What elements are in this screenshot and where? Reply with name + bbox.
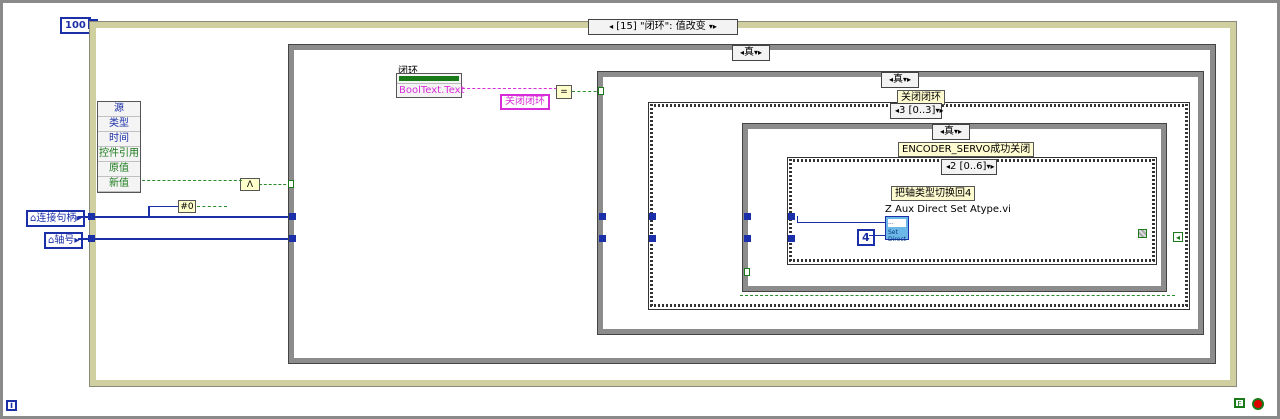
equal-function[interactable]: = — [556, 85, 572, 99]
case-outer-selector[interactable]: ◂真▾▸ — [732, 45, 770, 61]
connection-handle-terminal[interactable]: ⌂连接句柄▸ — [26, 210, 86, 227]
dropdown-arrow-icon[interactable]: ▾▸ — [986, 162, 994, 171]
subvi-icon-top: ... — [888, 219, 906, 227]
property-node-row[interactable]: BoolText.Text — [397, 83, 465, 97]
loop-count-constant[interactable]: 100 — [60, 17, 91, 34]
wire-branch-neq — [148, 206, 150, 218]
case-inner-label: 真 — [892, 74, 903, 85]
dropdown-arrow-icon[interactable]: ▾▸ — [709, 22, 717, 31]
film-strip-bottom — [650, 304, 1188, 307]
subvi-icon-bottom: Set Direct — [888, 229, 906, 243]
wire-new-value — [142, 180, 242, 181]
tunnel — [744, 235, 751, 242]
property-node[interactable]: BoolText.Text — [396, 73, 465, 98]
tunnel — [289, 213, 296, 220]
tunnel — [649, 213, 656, 220]
decrement-arrow-icon[interactable]: ◂ — [609, 22, 613, 31]
arrow-right-icon: ▸ — [76, 213, 82, 224]
sequence-output-terminal: ◂ — [1173, 232, 1183, 242]
property-node-header — [399, 76, 459, 81]
label-encoder: ENCODER_SERVO成功关闭 — [898, 142, 1035, 157]
film-strip-left — [789, 159, 792, 261]
label-switch-axis: 把轴类型切换回4 — [891, 186, 976, 201]
wire-and-out — [259, 184, 291, 185]
case-inner2-label: 真 — [943, 126, 954, 137]
sequence-frame-label: 3 [0..3] — [899, 105, 936, 116]
dropdown-arrow-icon[interactable]: ▾▸ — [903, 75, 911, 84]
film-strip-right — [1185, 104, 1188, 306]
event-data-type: 类型 — [98, 117, 140, 132]
wire-const-four — [869, 235, 885, 236]
tunnel — [88, 213, 95, 220]
event-data-newval: 新值 — [98, 177, 140, 192]
wire-neq-out — [197, 206, 227, 207]
axis-number-label: 轴号 — [54, 235, 75, 246]
dropdown-arrow-icon[interactable]: ▾▸ — [935, 106, 943, 115]
tunnel — [88, 235, 95, 242]
case-selector-terminal — [598, 87, 604, 95]
tunnel — [788, 213, 795, 220]
tunnel — [289, 235, 296, 242]
wire-string — [462, 88, 557, 89]
event-data-ctlref: 控件引用 — [98, 147, 140, 162]
event-data-time: 时间 — [98, 132, 140, 147]
block-diagram: 100 ✕ ◂ [15] "闭环": 值改变 ▾▸ 源 类型 时间 控件引用 原… — [0, 0, 1280, 419]
not-equal-zero-function[interactable]: #0 — [178, 200, 196, 213]
sequence-inner-label: 2 [0..6] — [950, 161, 987, 172]
and-function[interactable]: Λ — [240, 178, 260, 191]
arrow-right-icon: ▸ — [74, 235, 80, 246]
film-strip-left — [650, 104, 653, 306]
case-outer-label: 真 — [743, 47, 754, 58]
event-case-label: [15] "闭环": 值改变 — [616, 21, 706, 32]
tunnel — [599, 235, 606, 242]
subvi-name: Z Aux Direct Set Atype.vi — [885, 204, 1011, 215]
event-data-oldval: 原值 — [98, 162, 140, 177]
case-selector-terminal — [744, 268, 750, 276]
axis-type-constant[interactable]: 4 — [857, 229, 875, 246]
error-tunnel — [1138, 229, 1147, 238]
subvi-icon[interactable]: ... Set Direct — [885, 216, 909, 243]
case-selector-terminal — [288, 180, 294, 188]
tunnel — [788, 235, 795, 242]
case-inner2-selector[interactable]: ◂真▾▸ — [932, 124, 970, 140]
sequence-frame-selector[interactable]: ◂3 [0..3]▾▸ — [890, 103, 943, 119]
stop-constant[interactable]: F — [1234, 398, 1245, 409]
axis-number-terminal[interactable]: ⌂轴号▸ — [44, 232, 84, 249]
event-case-selector[interactable]: ◂ [15] "闭环": 值改变 ▾▸ — [588, 19, 738, 35]
film-strip-bottom — [789, 259, 1155, 262]
tunnel — [649, 235, 656, 242]
wire-handle-drop — [797, 216, 798, 223]
tunnel — [744, 213, 751, 220]
stop-terminal-icon — [1252, 398, 1264, 410]
event-data-node[interactable]: 源 类型 时间 控件引用 原值 新值 — [97, 101, 141, 193]
tunnel — [599, 213, 606, 220]
dropdown-arrow-icon[interactable]: ▾▸ — [754, 48, 762, 57]
case-inner-selector[interactable]: ◂真▾▸ — [881, 72, 919, 88]
wire-branch-neq-h — [148, 206, 178, 207]
event-data-source: 源 — [98, 102, 140, 117]
dropdown-arrow-icon[interactable]: ▾▸ — [954, 127, 962, 136]
wire-boolean-return — [740, 295, 1175, 296]
film-strip-right — [1152, 159, 1155, 261]
string-constant[interactable]: 关闭闭环 — [500, 94, 550, 110]
wire-handle-to-subvi — [797, 222, 885, 223]
sequence-inner-selector[interactable]: ◂2 [0..6]▾▸ — [941, 159, 997, 175]
iteration-terminal: i — [6, 400, 17, 411]
connection-handle-label: 连接句柄 — [36, 213, 77, 224]
